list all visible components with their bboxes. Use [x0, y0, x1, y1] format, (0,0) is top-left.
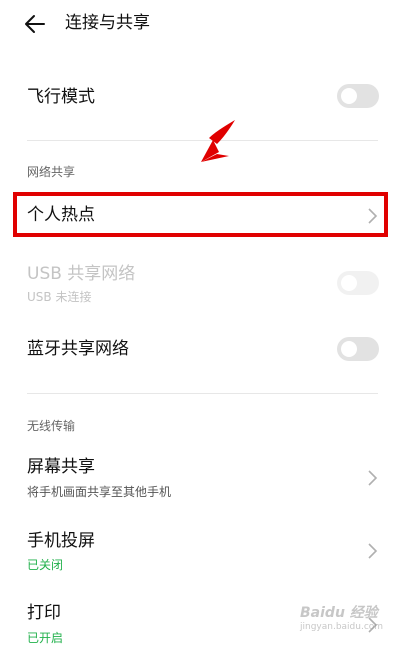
screen-share-description: 将手机画面共享至其他手机 — [27, 485, 172, 499]
section-header-network-sharing: 网络共享 — [27, 165, 76, 179]
screen-projection-label: 手机投屏 — [27, 531, 95, 551]
baidu-watermark: Baidu 经验 jingyan.baidu.com — [296, 600, 386, 640]
highlight-annotation-box — [13, 192, 388, 237]
chevron-right-icon — [368, 470, 378, 486]
chevron-right-icon — [368, 543, 378, 559]
screen-projection-status: 已关闭 — [27, 558, 64, 572]
annotation-arrow-icon — [201, 120, 235, 162]
toggle-knob — [341, 88, 357, 104]
print-status: 已开启 — [27, 631, 64, 645]
toggle-knob — [341, 341, 357, 357]
print-label: 打印 — [27, 603, 61, 623]
airplane-mode-label: 飞行模式 — [27, 87, 95, 107]
toggle-knob — [341, 275, 357, 291]
airplane-mode-row[interactable]: 飞行模式 — [0, 72, 406, 122]
usb-sharing-toggle — [337, 271, 379, 295]
back-arrow-icon[interactable] — [22, 11, 48, 37]
section-header-wireless: 无线传输 — [27, 419, 76, 433]
bluetooth-sharing-row[interactable]: 蓝牙共享网络 — [0, 326, 406, 372]
usb-sharing-status: USB 未连接 — [27, 290, 92, 304]
usb-sharing-row: USB 共享网络 USB 未连接 — [0, 258, 406, 308]
airplane-mode-toggle[interactable] — [337, 84, 379, 108]
divider — [27, 393, 378, 394]
watermark-text: Baidu 经验 — [300, 605, 378, 621]
page-title: 连接与共享 — [65, 13, 150, 33]
top-bar: 连接与共享 — [0, 0, 406, 48]
screen-projection-row[interactable]: 手机投屏 已关闭 — [0, 524, 406, 580]
bluetooth-sharing-label: 蓝牙共享网络 — [27, 339, 129, 359]
screen-share-label: 屏幕共享 — [27, 457, 95, 477]
watermark-url: jingyan.baidu.com — [300, 622, 384, 632]
bluetooth-sharing-toggle[interactable] — [337, 337, 379, 361]
usb-sharing-label: USB 共享网络 — [27, 264, 136, 284]
screen-share-row[interactable]: 屏幕共享 将手机画面共享至其他手机 — [0, 450, 406, 506]
